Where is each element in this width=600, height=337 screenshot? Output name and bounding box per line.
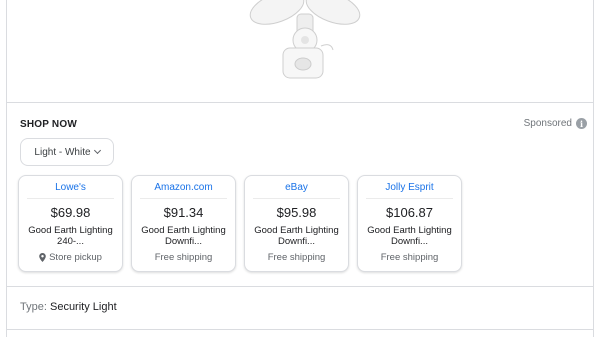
- offer-price: $95.98: [276, 205, 317, 220]
- offer-title: Good Earth Lighting Downfi...: [141, 225, 226, 247]
- location-pin-icon: [39, 253, 46, 262]
- shipping-text: Free shipping: [380, 252, 439, 263]
- merchant-link[interactable]: Jolly Esprit: [366, 182, 453, 199]
- offer-cards: Lowe's $69.98 Good Earth Lighting 240-..…: [18, 175, 462, 272]
- section-divider: [7, 286, 593, 287]
- product-type-row: Type: Security Light: [20, 301, 117, 313]
- type-key: Type: [20, 301, 44, 313]
- product-image-area[interactable]: [7, 0, 593, 103]
- offer-card[interactable]: Amazon.com $91.34 Good Earth Lighting Do…: [131, 175, 236, 272]
- variant-label: Light - White: [34, 146, 91, 158]
- offer-price: $69.98: [50, 205, 91, 220]
- type-value: Security Light: [49, 301, 117, 313]
- section-divider: [7, 329, 593, 330]
- shipping-text: Free shipping: [154, 252, 213, 263]
- offer-title: Good Earth Lighting 240-...: [28, 225, 113, 247]
- offer-card[interactable]: Jolly Esprit $106.87 Good Earth Lighting…: [357, 175, 462, 272]
- offer-shipping: Free shipping: [132, 252, 235, 263]
- offer-shipping: Free shipping: [245, 252, 348, 263]
- info-icon[interactable]: i: [576, 118, 587, 129]
- merchant-link[interactable]: eBay: [253, 182, 340, 199]
- offer-shipping: Store pickup: [19, 252, 122, 263]
- offer-card[interactable]: eBay $95.98 Good Earth Lighting Downfi..…: [244, 175, 349, 272]
- shipping-text: Store pickup: [49, 252, 102, 263]
- merchant-link[interactable]: Amazon.com: [140, 182, 227, 199]
- shipping-text: Free shipping: [267, 252, 326, 263]
- chevron-down-icon: [93, 146, 101, 155]
- offer-card[interactable]: Lowe's $69.98 Good Earth Lighting 240-..…: [18, 175, 123, 272]
- product-panel: SHOP NOW Sponsored i Light - White Lowe'…: [6, 0, 594, 337]
- offer-title: Good Earth Lighting Downfi...: [367, 225, 452, 247]
- variant-dropdown[interactable]: Light - White: [20, 138, 114, 166]
- sponsored-text: Sponsored: [523, 118, 572, 129]
- offer-price: $91.34: [163, 205, 204, 220]
- shop-now-heading: SHOP NOW: [20, 119, 77, 130]
- offer-shipping: Free shipping: [358, 252, 461, 263]
- product-image[interactable]: [239, 0, 369, 86]
- offer-title: Good Earth Lighting Downfi...: [254, 225, 339, 247]
- merchant-link[interactable]: Lowe's: [27, 182, 114, 199]
- sponsored-label[interactable]: Sponsored i: [524, 118, 587, 129]
- offer-price: $106.87: [386, 205, 433, 220]
